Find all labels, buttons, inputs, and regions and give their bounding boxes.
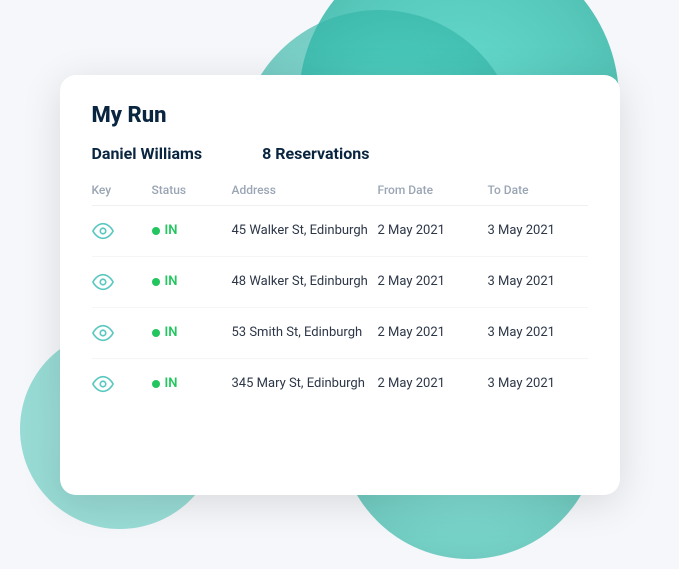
status-cell: IN	[152, 376, 232, 391]
status-cell: IN	[152, 223, 232, 238]
status-indicator	[152, 329, 160, 337]
address-cell: 53 Smith St, Edinburgh	[232, 325, 378, 340]
to-date-cell: 3 May 2021	[488, 223, 588, 238]
address-cell: 48 Walker St, Edinburgh	[232, 274, 378, 289]
reservations-count: 8 Reservations	[262, 144, 369, 163]
view-key-button[interactable]	[92, 220, 152, 242]
view-key-button[interactable]	[92, 322, 152, 344]
status-indicator	[152, 380, 160, 388]
col-header-status: Status	[152, 183, 232, 197]
status-indicator	[152, 227, 160, 235]
to-date-cell: 3 May 2021	[488, 274, 588, 289]
status-indicator	[152, 278, 160, 286]
reservations-table: Key Status Address From Date To Date IN …	[92, 183, 588, 409]
view-key-button[interactable]	[92, 373, 152, 395]
status-cell: IN	[152, 325, 232, 340]
status-cell: IN	[152, 274, 232, 289]
status-label: IN	[165, 325, 178, 340]
status-label: IN	[165, 223, 178, 238]
address-cell: 345 Mary St, Edinburgh	[232, 376, 378, 391]
from-date-cell: 2 May 2021	[378, 223, 488, 238]
from-date-cell: 2 May 2021	[378, 325, 488, 340]
col-header-to: To Date	[488, 183, 588, 197]
subtitle-row: Daniel Williams 8 Reservations	[92, 144, 588, 163]
view-key-button[interactable]	[92, 271, 152, 293]
main-card: My Run Daniel Williams 8 Reservations Ke…	[60, 75, 620, 495]
table-row: IN 48 Walker St, Edinburgh 2 May 2021 3 …	[92, 257, 588, 308]
col-header-from: From Date	[378, 183, 488, 197]
table-row: IN 53 Smith St, Edinburgh 2 May 2021 3 M…	[92, 308, 588, 359]
table-row: IN 345 Mary St, Edinburgh 2 May 2021 3 M…	[92, 359, 588, 409]
page-title: My Run	[92, 103, 588, 128]
from-date-cell: 2 May 2021	[378, 376, 488, 391]
to-date-cell: 3 May 2021	[488, 325, 588, 340]
to-date-cell: 3 May 2021	[488, 376, 588, 391]
status-label: IN	[165, 376, 178, 391]
address-cell: 45 Walker St, Edinburgh	[232, 223, 378, 238]
from-date-cell: 2 May 2021	[378, 274, 488, 289]
col-header-address: Address	[232, 183, 378, 197]
table-header: Key Status Address From Date To Date	[92, 183, 588, 206]
status-label: IN	[165, 274, 178, 289]
col-header-key: Key	[92, 183, 152, 197]
table-row: IN 45 Walker St, Edinburgh 2 May 2021 3 …	[92, 206, 588, 257]
user-name: Daniel Williams	[92, 144, 203, 163]
